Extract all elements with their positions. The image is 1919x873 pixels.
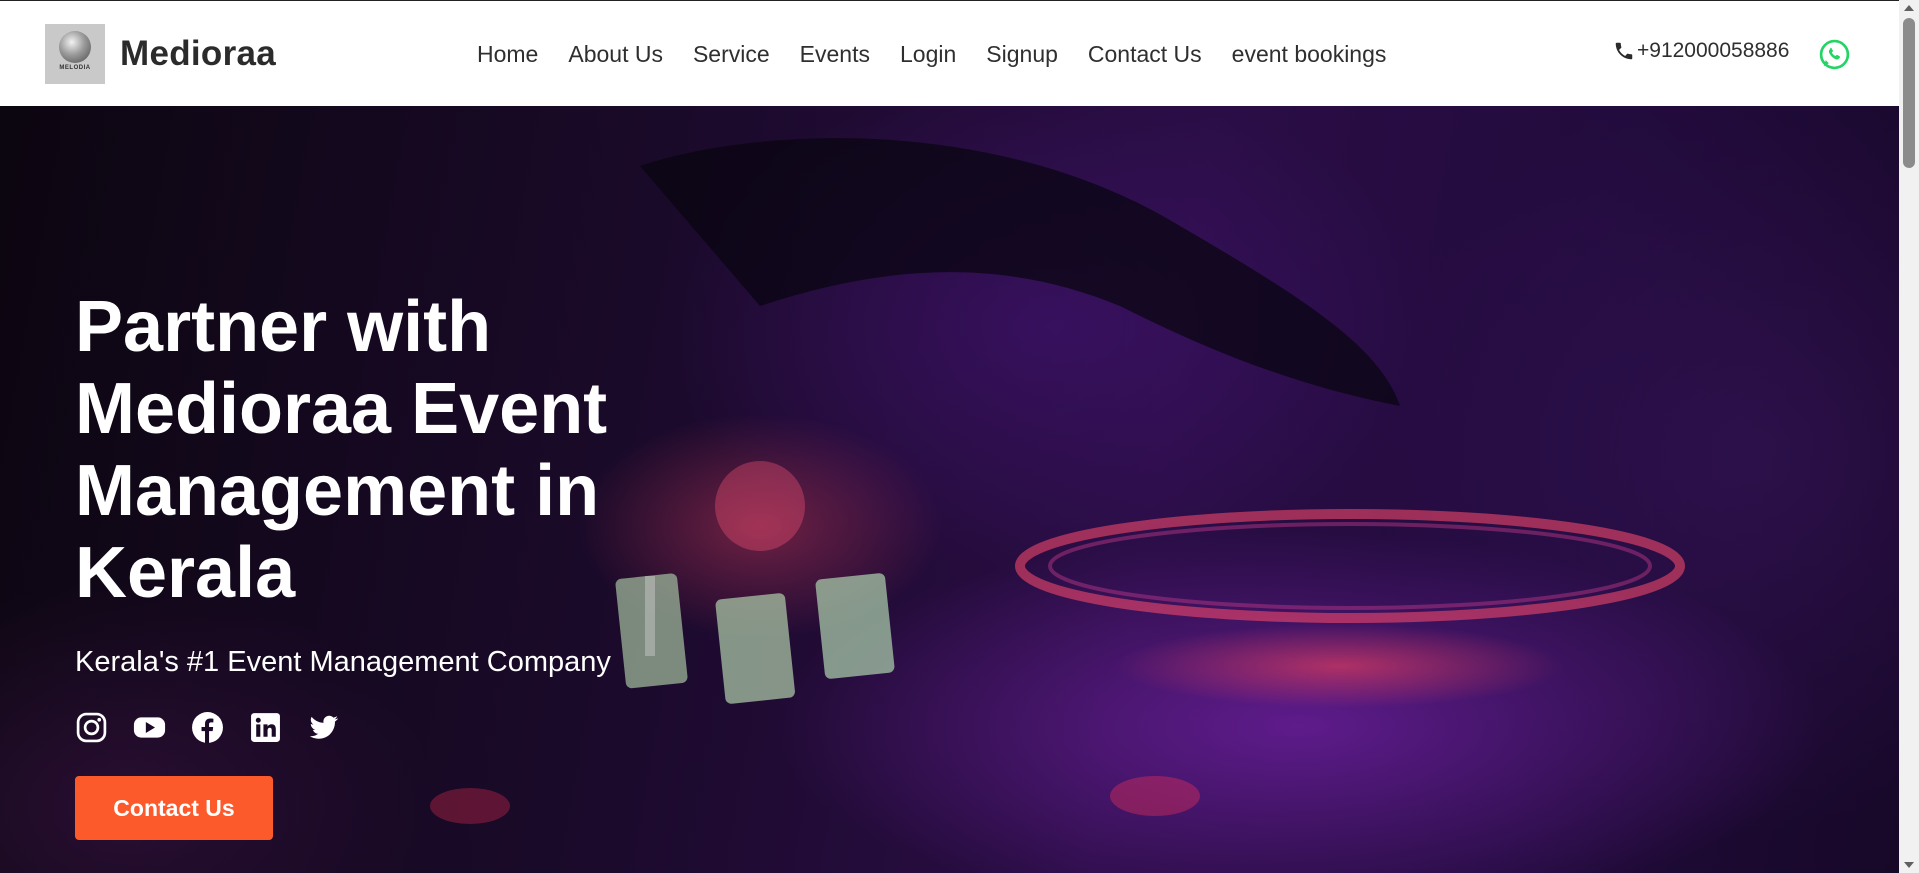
linkedin-icon[interactable] xyxy=(249,711,282,744)
facebook-icon[interactable] xyxy=(191,711,224,744)
brand[interactable]: MELODIA Medioraa xyxy=(45,24,276,84)
nav-link-event-bookings[interactable]: event bookings xyxy=(1232,41,1387,68)
twitter-icon[interactable] xyxy=(307,711,340,744)
nav-link-about-us[interactable]: About Us xyxy=(568,41,663,68)
scroll-down-arrow-icon[interactable] xyxy=(1904,862,1914,868)
hero-section: Partner with Medioraa Event Management i… xyxy=(0,106,1899,873)
nav-link-home[interactable]: Home xyxy=(477,41,538,68)
nav-menu: Home About Us Service Events Login Signu… xyxy=(477,1,1416,107)
phone-number[interactable]: +912000058886 xyxy=(1637,39,1789,63)
vertical-scrollbar[interactable] xyxy=(1899,0,1919,873)
nav-link-service[interactable]: Service xyxy=(693,41,770,68)
whatsapp-icon[interactable] xyxy=(1818,38,1851,71)
logo-text: MELODIA xyxy=(59,65,91,71)
nav-link-events[interactable]: Events xyxy=(800,41,870,68)
hero-title: Partner with Medioraa Event Management i… xyxy=(75,287,608,613)
youtube-icon[interactable] xyxy=(133,711,166,744)
scroll-up-arrow-icon[interactable] xyxy=(1904,5,1914,11)
hero-subtitle: Kerala's #1 Event Management Company xyxy=(75,646,611,678)
contact-us-button[interactable]: Contact Us xyxy=(75,776,273,840)
scroll-thumb[interactable] xyxy=(1903,18,1915,168)
nav-link-login[interactable]: Login xyxy=(900,41,956,68)
nav-link-contact-us[interactable]: Contact Us xyxy=(1088,41,1202,68)
instagram-icon[interactable] xyxy=(75,711,108,744)
social-links xyxy=(75,711,675,744)
nav-link-signup[interactable]: Signup xyxy=(986,41,1058,68)
globe-icon xyxy=(59,31,91,63)
brand-logo[interactable]: MELODIA xyxy=(45,24,105,84)
top-navbar: MELODIA Medioraa Home About Us Service E… xyxy=(0,0,1899,106)
phone-icon xyxy=(1615,42,1633,60)
hero-content: Partner with Medioraa Event Management i… xyxy=(75,286,675,840)
brand-name[interactable]: Medioraa xyxy=(120,34,276,74)
phone-contact[interactable]: +912000058886 xyxy=(1613,39,1789,63)
